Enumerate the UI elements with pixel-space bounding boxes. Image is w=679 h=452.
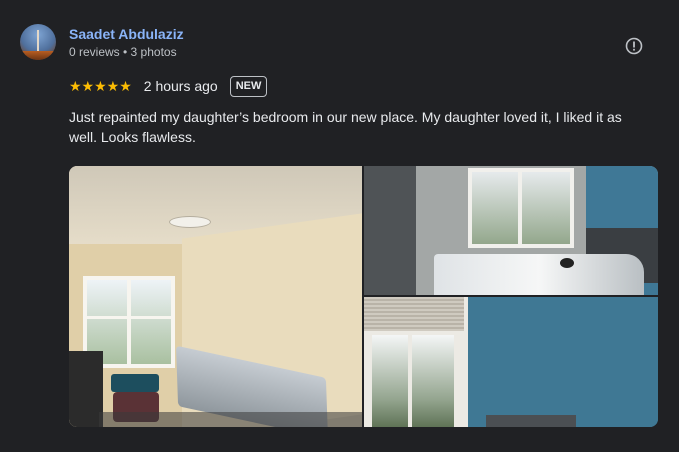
avatar-tower-shape <box>37 30 39 52</box>
window-blind-shape <box>364 297 464 331</box>
review-card: Saadet Abdulaziz 0 reviews • 3 photos ★★… <box>0 0 679 452</box>
dark-side-wall-shape <box>364 166 416 295</box>
report-button[interactable] <box>624 36 644 56</box>
window-divider-shape <box>127 276 131 368</box>
avatar[interactable] <box>20 24 56 60</box>
report-icon <box>625 37 643 55</box>
stool-shape <box>111 374 159 392</box>
review-photo-3[interactable] <box>364 297 658 427</box>
review-text: Just repainted my daughter’s bedroom in … <box>69 109 622 145</box>
review-time: 2 hours ago <box>143 78 218 94</box>
window-divider-shape-2 <box>518 168 522 248</box>
headboard-shape <box>486 415 576 427</box>
window-divider-h-shape <box>83 316 175 319</box>
toy-shape <box>560 258 574 268</box>
review-photo-2[interactable] <box>364 166 658 295</box>
new-badge: NEW <box>229 75 268 97</box>
reviewer-meta: 0 reviews • 3 photos <box>69 45 177 59</box>
floor-shade-shape <box>99 412 362 427</box>
review-photo-1[interactable] <box>69 166 362 427</box>
bed-sheet-shape <box>434 254 644 295</box>
avatar-horizon-shape <box>20 51 56 60</box>
blue-wall-shape-3 <box>464 297 658 427</box>
star-rating: ★★★★★ <box>69 78 132 94</box>
reviewer-name[interactable]: Saadet Abdulaziz <box>69 26 184 43</box>
ceiling-fan-shape <box>169 216 211 228</box>
window-divider-shape-3 <box>408 335 412 427</box>
photo-grid[interactable] <box>69 166 658 427</box>
window-glass-shape-3 <box>372 335 454 427</box>
rating-row: ★★★★★ 2 hours ago NEW <box>69 75 268 97</box>
dresser-shape <box>69 351 103 427</box>
